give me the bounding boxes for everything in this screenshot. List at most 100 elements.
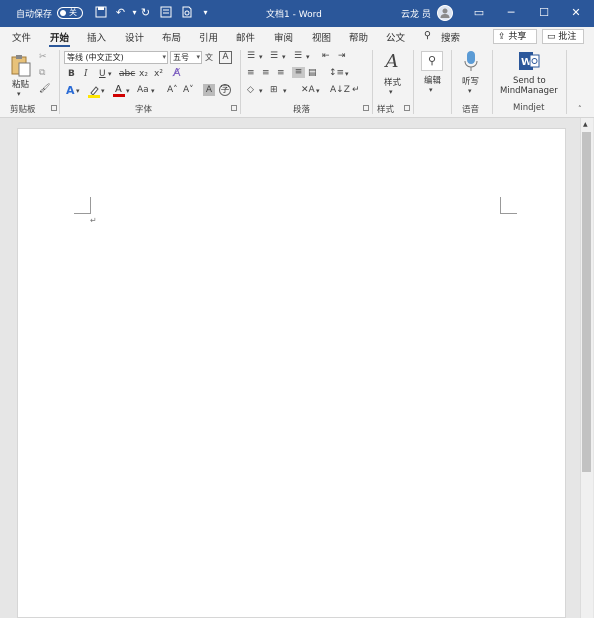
change-case-dropdown-icon[interactable]: ▾	[151, 86, 155, 97]
close-icon[interactable]: ✕	[569, 6, 583, 19]
tab-mailings[interactable]: 邮件	[236, 30, 255, 44]
underline-dropdown-icon[interactable]: ▾	[108, 69, 112, 80]
text-effects-icon[interactable]: A	[66, 85, 75, 96]
change-case-button[interactable]: Aa	[137, 85, 149, 96]
font-name-combo[interactable]: 等线 (中文正文) ▾	[64, 51, 168, 64]
redo-icon[interactable]: ↻	[139, 6, 152, 19]
styles-gallery-icon[interactable]: A	[382, 51, 402, 73]
underline-button[interactable]: U	[99, 69, 106, 80]
line-spacing-icon[interactable]: ↕≡	[329, 68, 344, 79]
styles-dropdown-icon[interactable]: ▾	[389, 87, 393, 98]
editing-dropdown-icon[interactable]: ▾	[429, 85, 433, 96]
bold-button[interactable]: B	[68, 69, 75, 80]
align-center-icon[interactable]: ≡	[262, 68, 270, 79]
borders-icon[interactable]: ⊞	[270, 85, 278, 96]
bullets-icon[interactable]: ☰	[247, 51, 255, 62]
dictate-dropdown-icon[interactable]: ▾	[468, 86, 472, 97]
align-right-icon[interactable]: ≡	[277, 68, 285, 79]
search-label[interactable]: 搜索	[441, 30, 460, 44]
cut-icon[interactable]: ✂	[39, 52, 47, 63]
tab-layout[interactable]: 布局	[162, 30, 181, 44]
phonetic-guide-icon[interactable]: 文	[205, 52, 213, 63]
paste-dropdown-icon[interactable]: ▾	[17, 89, 21, 100]
user-name[interactable]: 云龙 员	[401, 7, 431, 20]
justify-icon[interactable]: ≡	[292, 67, 305, 78]
tab-help[interactable]: 帮助	[349, 30, 368, 44]
bullets-dropdown-icon[interactable]: ▾	[259, 52, 263, 63]
share-button[interactable]: ⇪ 共享	[493, 29, 537, 44]
clear-formatting-icon[interactable]: A̸	[173, 67, 181, 78]
tab-review[interactable]: 审阅	[274, 30, 293, 44]
align-left-icon[interactable]: ≡	[247, 68, 255, 79]
enclose-characters-icon[interactable]: 字	[219, 84, 231, 96]
multilevel-list-icon[interactable]: ☰	[294, 51, 302, 62]
mindmanager-label[interactable]: MindManager	[500, 86, 558, 96]
group-divider	[566, 50, 567, 114]
character-shading-icon[interactable]: A	[203, 84, 215, 96]
tab-home[interactable]: 开始	[50, 30, 69, 44]
mindmanager-icon[interactable]: W	[518, 51, 540, 75]
document-page[interactable]: ↵	[17, 128, 566, 618]
clipboard-launcher-icon[interactable]	[51, 105, 57, 111]
styles-launcher-icon[interactable]	[404, 105, 410, 111]
font-launcher-icon[interactable]	[231, 105, 237, 111]
send-to-label[interactable]: Send to	[513, 76, 546, 86]
font-color-dropdown-icon[interactable]: ▾	[126, 86, 130, 97]
highlight-dropdown-icon[interactable]: ▾	[101, 86, 105, 97]
find-icon[interactable]: ⚲	[421, 51, 443, 71]
show-marks-icon[interactable]: ↵	[352, 85, 360, 96]
numbering-dropdown-icon[interactable]: ▾	[282, 52, 286, 63]
shrink-font-button[interactable]: A˅	[183, 85, 194, 96]
collapse-ribbon-icon[interactable]: ˄	[578, 104, 582, 115]
tab-file[interactable]: 文件	[12, 30, 31, 44]
paragraph-launcher-icon[interactable]	[363, 105, 369, 111]
copy-icon[interactable]: ⧉	[39, 68, 45, 79]
increase-indent-icon[interactable]: ⇥	[338, 51, 346, 62]
form-icon[interactable]	[159, 6, 172, 19]
numbering-icon[interactable]: ☰	[270, 51, 278, 62]
shading-dropdown-icon[interactable]: ▾	[259, 86, 263, 97]
subscript-button[interactable]: x₂	[139, 69, 148, 80]
font-size-combo[interactable]: 五号 ▾	[170, 51, 202, 64]
save-icon[interactable]	[94, 6, 107, 19]
autosave-toggle-knob	[60, 10, 66, 16]
text-effects-dropdown-icon[interactable]: ▾	[76, 86, 80, 97]
autosave-toggle[interactable]: 关	[57, 7, 83, 19]
decrease-indent-icon[interactable]: ⇤	[322, 51, 330, 62]
scroll-up-icon[interactable]: ▲	[583, 119, 588, 130]
tab-view[interactable]: 视图	[312, 30, 331, 44]
distributed-icon[interactable]: ▤	[308, 68, 317, 79]
user-avatar[interactable]	[437, 5, 453, 21]
italic-button[interactable]: I	[84, 69, 88, 80]
tab-design[interactable]: 设计	[125, 30, 144, 44]
minimize-icon[interactable]: ─	[504, 6, 518, 19]
paste-icon[interactable]	[10, 53, 32, 77]
grow-font-button[interactable]: A˄	[167, 85, 178, 96]
tab-gongwen[interactable]: 公文	[386, 30, 405, 44]
maximize-icon[interactable]: ☐	[537, 6, 551, 19]
highlight-icon[interactable]	[88, 85, 100, 102]
strikethrough-button[interactable]: abc	[119, 69, 135, 80]
customize-qat-icon[interactable]: ▾	[199, 6, 212, 19]
scrollbar-thumb[interactable]	[582, 132, 591, 472]
tab-insert[interactable]: 插入	[87, 30, 106, 44]
borders-dropdown-icon[interactable]: ▾	[283, 86, 287, 97]
tab-references[interactable]: 引用	[199, 30, 218, 44]
character-border-icon[interactable]: A	[219, 51, 232, 64]
line-spacing-dropdown-icon[interactable]: ▾	[345, 69, 349, 80]
multilevel-dropdown-icon[interactable]: ▾	[306, 52, 310, 63]
document-title: 文档1 - Word	[266, 10, 322, 20]
superscript-button[interactable]: x²	[154, 69, 163, 80]
comments-button[interactable]: ▭ 批注	[542, 29, 584, 44]
chinese-layout-icon[interactable]: ✕A	[301, 85, 315, 96]
sort-icon[interactable]: A↓Z	[330, 85, 350, 96]
chinese-layout-dropdown-icon[interactable]: ▾	[316, 86, 320, 97]
ribbon-display-options-icon[interactable]: ▭	[472, 6, 486, 19]
undo-icon[interactable]: ↶	[114, 6, 127, 19]
format-painter-icon[interactable]: 🖌	[39, 84, 50, 95]
font-color-icon[interactable]: A	[113, 83, 125, 101]
search-icon[interactable]: ⚲	[424, 30, 431, 41]
microphone-icon[interactable]	[464, 50, 478, 76]
print-preview-icon[interactable]	[180, 6, 193, 19]
shading-icon[interactable]: ◇	[247, 85, 254, 96]
